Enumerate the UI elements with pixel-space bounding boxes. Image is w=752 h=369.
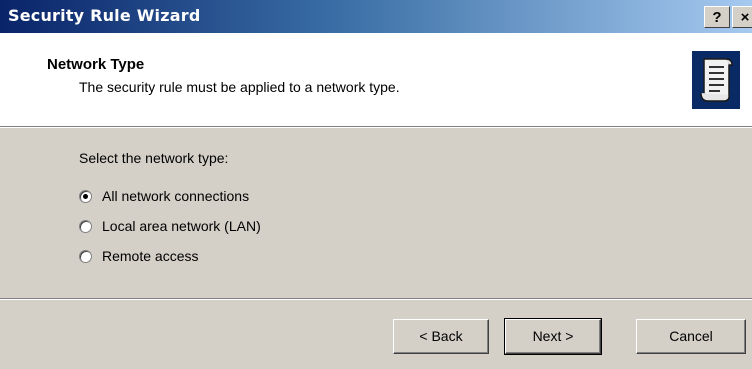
option-local-area-network[interactable]: Local area network (LAN) [79, 218, 261, 234]
option-label: Local area network (LAN) [102, 218, 261, 234]
radio-button-checked[interactable] [79, 189, 92, 203]
title-bar-buttons: ? × [702, 6, 752, 28]
option-label: Remote access [102, 248, 199, 264]
window-title: Security Rule Wizard [8, 6, 201, 25]
page-subtitle: The security rule must be applied to a n… [79, 79, 400, 95]
footer-divider-highlight [0, 299, 752, 300]
wizard-header: Network Type The security rule must be a… [0, 33, 752, 128]
page-title: Network Type [47, 56, 145, 73]
cancel-button[interactable]: Cancel [636, 319, 746, 354]
back-button[interactable]: < Back [393, 319, 489, 354]
help-button[interactable]: ? [704, 6, 730, 28]
option-label: All network connections [102, 188, 250, 204]
close-button[interactable]: × [732, 6, 752, 28]
title-bar[interactable]: Security Rule Wizard ? × [0, 0, 752, 33]
option-all-network-connections[interactable]: All network connections [79, 188, 249, 204]
radio-button[interactable] [79, 249, 92, 263]
radio-button[interactable] [79, 219, 92, 233]
next-button[interactable]: Next > [504, 318, 602, 355]
network-type-prompt: Select the network type: [79, 150, 229, 166]
security-rule-wizard-window: Security Rule Wizard ? × Network Type Th… [0, 0, 752, 369]
scroll-document-icon [692, 51, 740, 109]
option-remote-access[interactable]: Remote access [79, 248, 198, 264]
